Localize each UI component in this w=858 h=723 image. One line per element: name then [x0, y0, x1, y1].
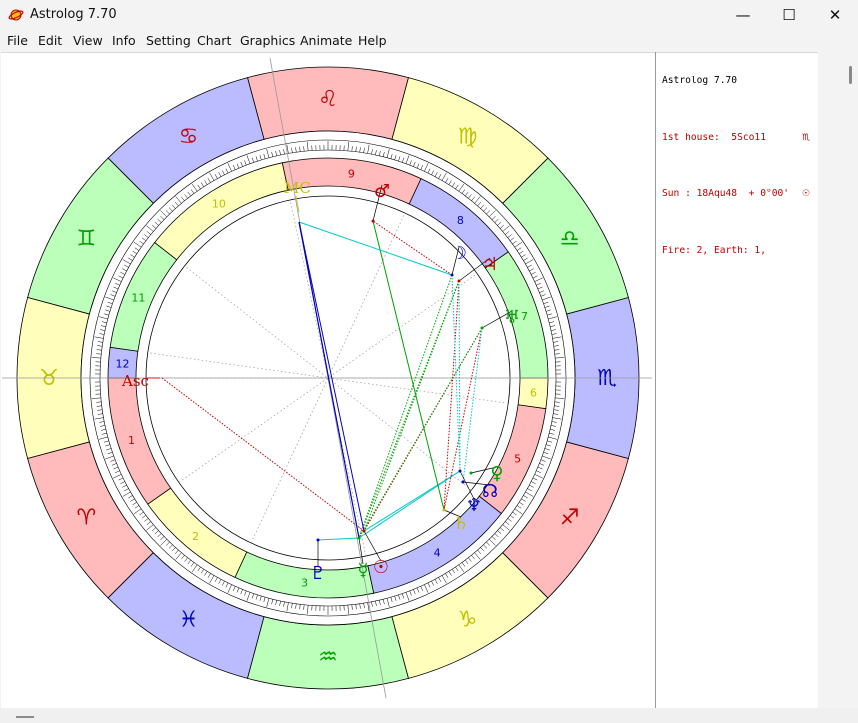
uranus-position-dot: [480, 326, 484, 330]
menu-file[interactable]: File: [7, 33, 28, 48]
sign-pisces-icon: ♓: [179, 608, 199, 633]
mercury-position-dot: [357, 536, 361, 540]
house-number-12: 12: [116, 358, 130, 371]
chart-wheel[interactable]: ♌♋♊♉♈♓♒♑♐♏♎♍ 123456789101112 AscMC☉☽☿♀♂♃…: [0, 52, 655, 708]
menu-graphics[interactable]: Graphics: [240, 33, 295, 48]
sign-capricorn-icon: ♑: [458, 608, 478, 633]
house-number-7: 7: [521, 310, 528, 323]
minimize-icon: —: [735, 6, 751, 24]
menu-setting[interactable]: Setting: [146, 33, 191, 48]
mars-icon[interactable]: ♂: [374, 181, 390, 202]
vertical-scroll-thumb[interactable]: [849, 66, 852, 84]
neptune-position-dot: [458, 469, 462, 473]
menu-chart[interactable]: Chart: [197, 33, 231, 48]
house-number-11: 11: [131, 292, 145, 305]
saturn-icon[interactable]: ♄: [453, 513, 469, 534]
mars-position-dot: [371, 219, 375, 223]
house-number-9: 9: [348, 167, 355, 180]
menu-edit[interactable]: Edit: [38, 33, 62, 48]
sign-leo-icon: ♌: [318, 87, 338, 112]
close-icon: ✕: [828, 6, 842, 24]
sign-scorpio-icon: ♏: [597, 366, 617, 391]
horizontal-scrollbar[interactable]: [0, 708, 858, 723]
midheaven-label: MC: [284, 179, 311, 197]
sign-aries-icon: ♈: [77, 506, 97, 531]
panel-divider: [655, 52, 656, 708]
houses-glyph-icon: ♏: [802, 132, 811, 143]
header-line: Astrolog 7.70: [662, 76, 738, 87]
astrolog-app-icon: [8, 9, 24, 21]
house-number-5: 5: [514, 452, 521, 465]
moon-icon[interactable]: ☽: [451, 243, 467, 264]
menu-view[interactable]: View: [73, 33, 103, 48]
sign-sagittarius-icon: ♐: [560, 506, 580, 531]
info-panel: Astrolog 7.70Current moment nowFri Febru…: [662, 56, 814, 266]
window-title: Astrolog 7.70: [30, 7, 117, 22]
sun-position-dot: [362, 529, 366, 533]
jupiter-icon[interactable]: ♃: [482, 254, 498, 275]
venus-position-dot: [469, 471, 473, 475]
maximize-icon: ☐: [782, 6, 796, 24]
north-node-icon[interactable]: ☊: [482, 481, 498, 502]
close-button[interactable]: ✕: [812, 0, 858, 30]
planets-glyph-icon: ☉: [802, 189, 811, 200]
vertical-scrollbar[interactable]: [818, 52, 857, 708]
sign-cancer-icon: ♋: [179, 124, 199, 149]
uranus-icon[interactable]: ♅: [504, 307, 520, 328]
house-number-4: 4: [434, 547, 441, 560]
house-number-3: 3: [301, 577, 308, 590]
sign-taurus-icon: ♉: [39, 366, 59, 391]
maximize-button[interactable]: ☐: [766, 0, 812, 30]
planets-line: Sun : 18Aqu48 + 0°00' ☉: [662, 189, 811, 200]
house-number-1: 1: [128, 434, 135, 447]
pluto-position-dot: [316, 538, 320, 542]
sign-aquarius-icon: ♒: [318, 645, 338, 670]
jupiter-position-dot: [457, 279, 461, 283]
sign-libra-icon: ♎: [560, 227, 580, 252]
pluto-icon[interactable]: ♇: [310, 563, 326, 584]
menu-info[interactable]: Info: [112, 33, 136, 48]
mercury-icon[interactable]: ☿: [357, 560, 368, 581]
menu-help[interactable]: Help: [358, 33, 387, 48]
saturn-position-dot: [442, 508, 446, 512]
horizontal-scroll-thumb[interactable]: [16, 716, 34, 718]
neptune-icon[interactable]: ♆: [466, 495, 482, 516]
house-number-6: 6: [530, 386, 537, 399]
sign-virgo-icon: ♍: [458, 124, 478, 149]
house-number-2: 2: [192, 530, 199, 543]
houses-line: 1st house: 5Sco11 ♏: [662, 132, 811, 143]
sun-icon[interactable]: ☉: [373, 557, 389, 578]
house-number-8: 8: [457, 214, 464, 227]
north-node-position-dot: [461, 480, 465, 484]
minimize-button[interactable]: —: [720, 0, 766, 30]
ascendant-label: Asc: [121, 372, 149, 390]
moon-position-dot: [450, 273, 454, 277]
house-number-10: 10: [212, 197, 226, 210]
menu-animate[interactable]: Animate: [300, 33, 352, 48]
summary-line: Fire: 2, Earth: 1,: [662, 245, 766, 256]
title-bar: Astrolog 7.70 — ☐ ✕: [0, 0, 858, 30]
menu-bar: File Edit View Info Setting Chart Graphi…: [0, 30, 858, 52]
sign-gemini-icon: ♊: [77, 227, 97, 252]
